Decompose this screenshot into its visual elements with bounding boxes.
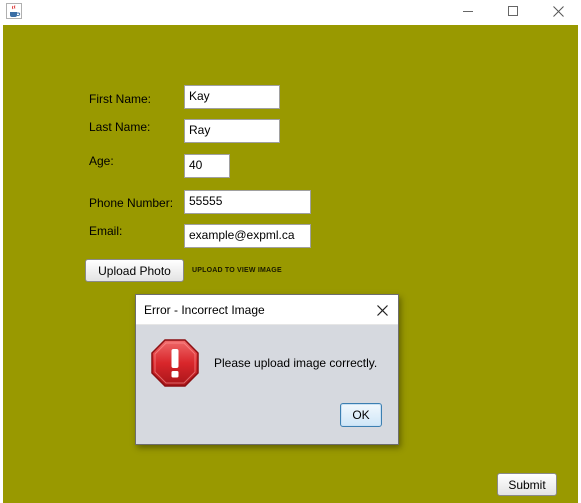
phone-label: Phone Number: — [89, 196, 174, 210]
upload-hint-text: UPLOAD TO VIEW IMAGE — [192, 267, 282, 274]
error-octagon-icon — [151, 339, 199, 387]
close-icon — [376, 304, 388, 316]
ok-button[interactable]: OK — [340, 403, 382, 427]
first-name-label: First Name: — [89, 92, 152, 106]
last-name-field[interactable]: Ray — [184, 119, 280, 143]
age-label: Age: — [89, 154, 114, 168]
age-field[interactable]: 40 — [184, 154, 230, 178]
minimize-icon — [463, 10, 473, 12]
submit-button[interactable]: Submit — [497, 473, 557, 496]
phone-field[interactable]: 55555 — [184, 190, 311, 214]
upload-photo-button[interactable]: Upload Photo — [85, 259, 184, 282]
error-dialog: Error - Incorrect Image Please upload im… — [135, 294, 399, 445]
java-cup-icon — [6, 3, 22, 19]
maximize-icon — [508, 6, 518, 16]
maximize-button[interactable] — [490, 0, 536, 22]
dialog-title: Error - Incorrect Image — [144, 303, 265, 317]
email-field[interactable]: example@expml.ca — [184, 224, 311, 248]
first-name-field[interactable]: Kay — [184, 85, 280, 109]
last-name-label: Last Name: — [89, 120, 151, 134]
dialog-message: Please upload image correctly. — [214, 356, 378, 370]
dialog-close-button[interactable] — [372, 300, 392, 320]
window-titlebar — [0, 0, 581, 25]
close-icon — [552, 5, 564, 17]
dialog-titlebar: Error - Incorrect Image — [136, 295, 398, 325]
minimize-button[interactable] — [445, 0, 491, 22]
email-label: Email: — [89, 224, 123, 238]
close-button[interactable] — [535, 0, 581, 22]
